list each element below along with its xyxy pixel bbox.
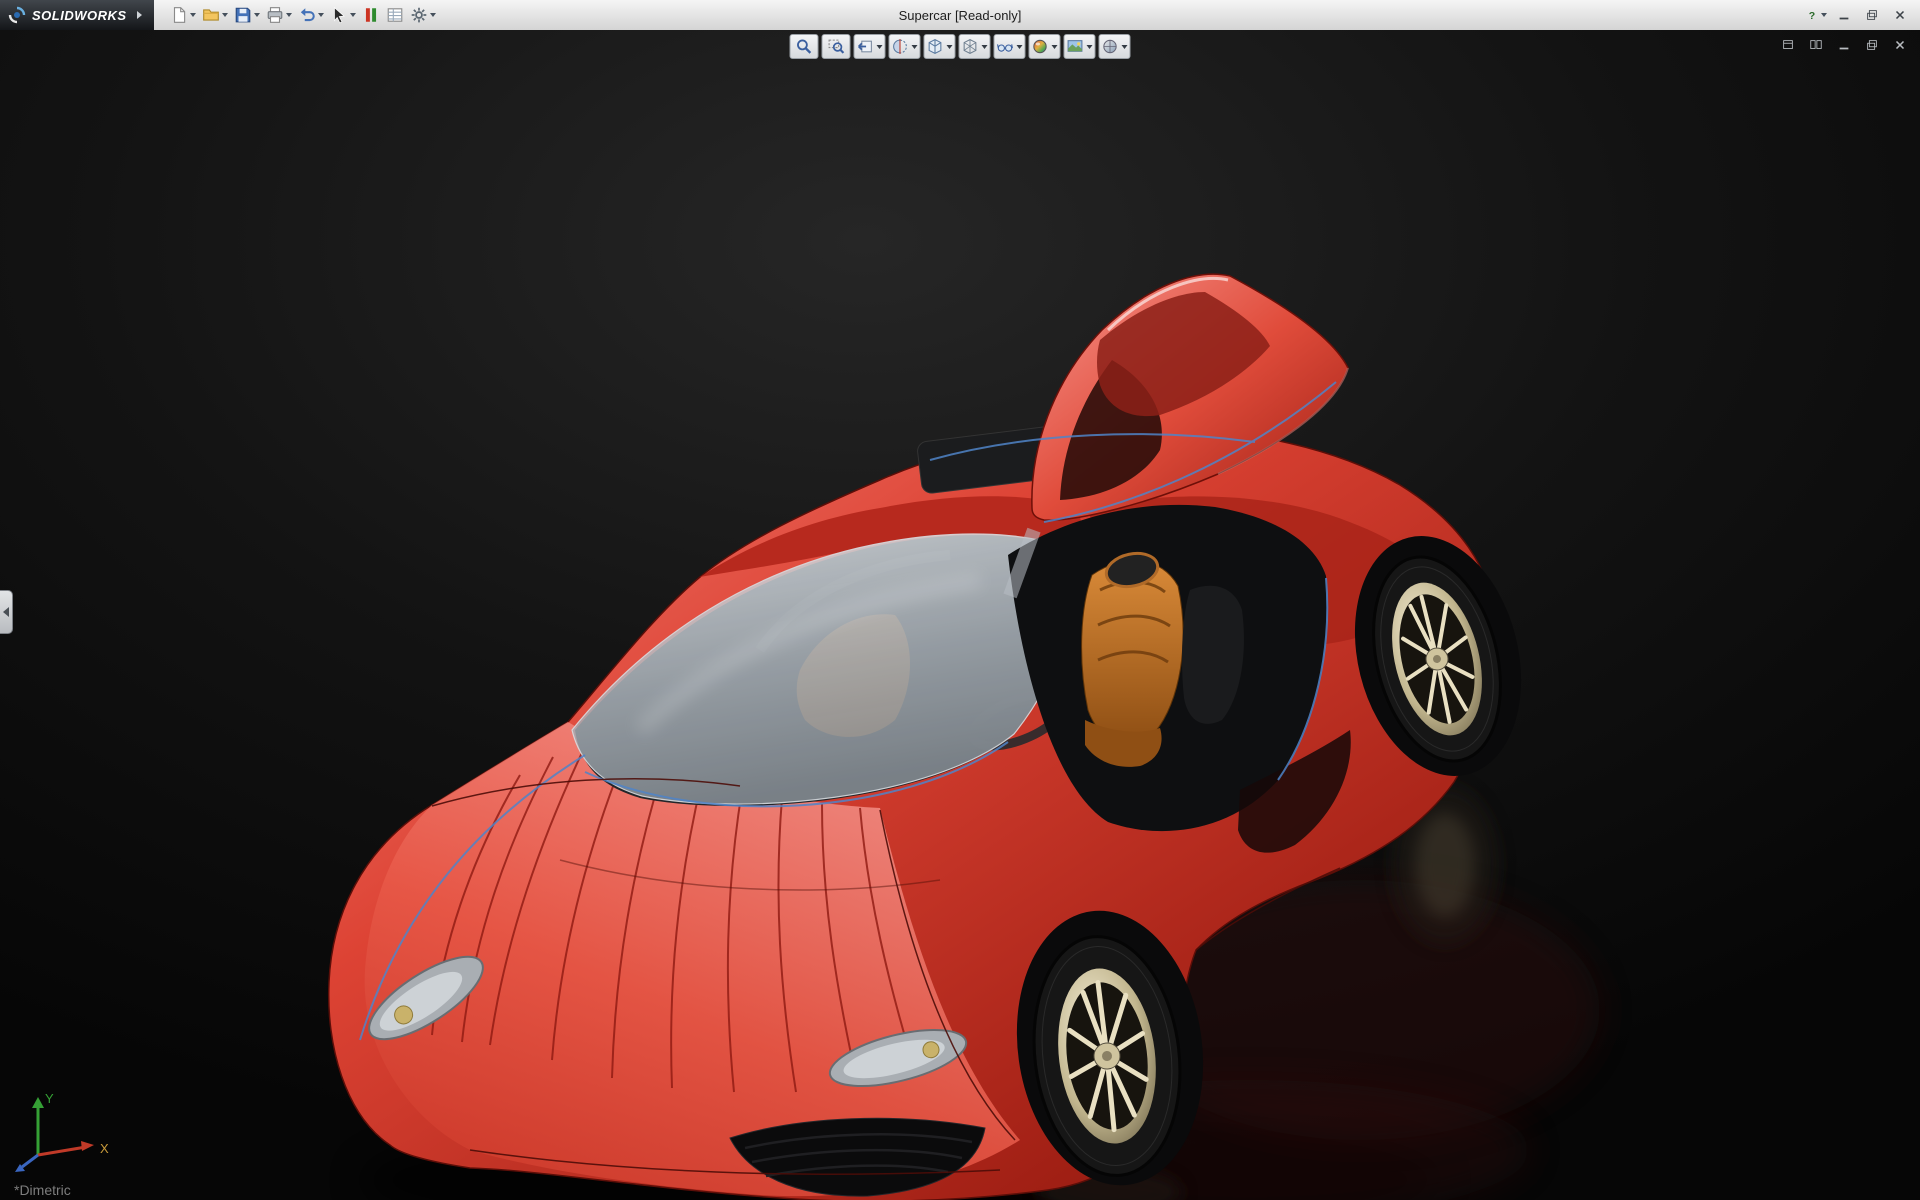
winrestore-icon — [1865, 8, 1879, 22]
dropdown-arrow-icon[interactable] — [190, 13, 196, 17]
hide-show-items-button[interactable] — [994, 34, 1026, 59]
dispstyle-icon — [962, 38, 979, 55]
prevview-icon — [857, 38, 874, 55]
arrange-windows-button[interactable] — [1806, 36, 1826, 54]
standard-toolbar — [168, 3, 438, 27]
viewset-icon — [1102, 38, 1119, 55]
winmin-icon — [1837, 38, 1851, 52]
apply-scene-button[interactable] — [1064, 34, 1096, 59]
dropdown-arrow-icon[interactable] — [286, 13, 292, 17]
y-axis-label: Y — [45, 1091, 54, 1106]
dropdown-arrow-icon[interactable] — [1087, 45, 1093, 49]
restore-document-button[interactable] — [1862, 36, 1882, 54]
winnew-icon — [1781, 38, 1795, 52]
solidworks-logo[interactable]: SOLIDWORKS — [0, 0, 154, 30]
new-document-button[interactable] — [168, 3, 198, 27]
new-window-button[interactable] — [1778, 36, 1798, 54]
dropdown-arrow-icon[interactable] — [1052, 45, 1058, 49]
featuremanager-collapse-tab[interactable] — [0, 590, 13, 634]
help-button[interactable]: ? — [1804, 5, 1828, 25]
winrestore-icon — [1865, 38, 1879, 52]
rebuild-icon — [362, 6, 380, 24]
dropdown-arrow-icon[interactable] — [1821, 13, 1827, 17]
display-style-button[interactable] — [959, 34, 991, 59]
flyout-arrow-icon — [137, 11, 142, 19]
dropdown-arrow-icon[interactable] — [222, 13, 228, 17]
file-properties-button[interactable] — [384, 3, 406, 27]
save-document-button[interactable] — [232, 3, 262, 27]
undo-button[interactable] — [296, 3, 326, 27]
winmin-icon — [1837, 8, 1851, 22]
gear-icon — [410, 6, 428, 24]
view-orientation-label: *Dimetric — [14, 1182, 71, 1198]
orientation-triad: X Y — [8, 1085, 118, 1180]
winarrange-icon — [1809, 38, 1823, 52]
dropdown-arrow-icon[interactable] — [1017, 45, 1023, 49]
window-controls: ? — [1804, 5, 1920, 25]
magnifier-icon — [796, 38, 813, 55]
titlebar: SOLIDWORKS Supercar [Read-only] ? — [0, 0, 1920, 31]
ball-icon — [1032, 38, 1049, 55]
minimize-window-button[interactable] — [1832, 5, 1856, 25]
previous-view-button[interactable] — [854, 34, 886, 59]
select-button[interactable] — [328, 3, 358, 27]
cursor-icon — [330, 6, 348, 24]
rebuild-button[interactable] — [360, 3, 382, 27]
collapse-arrow-icon — [3, 607, 9, 617]
x-axis-label: X — [100, 1141, 109, 1156]
dropdown-arrow-icon[interactable] — [947, 45, 953, 49]
dropdown-arrow-icon[interactable] — [1122, 45, 1128, 49]
restore-window-button[interactable] — [1860, 5, 1884, 25]
dropdown-arrow-icon[interactable] — [350, 13, 356, 17]
section-icon — [892, 38, 909, 55]
folder-icon — [202, 6, 220, 24]
winclose-icon — [1893, 38, 1907, 52]
dropdown-arrow-icon[interactable] — [430, 13, 436, 17]
brand-name: SOLIDWORKS — [32, 8, 127, 23]
supercar-model — [0, 30, 1920, 1200]
zoom-to-fit-button[interactable] — [790, 34, 819, 59]
document-title: Supercar [Read-only] — [899, 8, 1022, 23]
undo-icon — [298, 6, 316, 24]
zoom-to-area-button[interactable] — [822, 34, 851, 59]
section-view-button[interactable] — [889, 34, 921, 59]
magarea-icon — [828, 38, 845, 55]
headsup-toolbar — [790, 34, 1131, 59]
graphics-viewport[interactable]: X Y *Dimetric — [0, 30, 1920, 1200]
dropdown-arrow-icon[interactable] — [877, 45, 883, 49]
glasses-icon — [997, 38, 1014, 55]
dropdown-arrow-icon[interactable] — [318, 13, 324, 17]
3ds-compass-icon — [8, 6, 26, 24]
winclose-icon — [1893, 8, 1907, 22]
printer-icon — [266, 6, 284, 24]
floppy-icon — [234, 6, 252, 24]
print-document-button[interactable] — [264, 3, 294, 27]
view-orientation-button[interactable] — [924, 34, 956, 59]
help-icon: ? — [1805, 8, 1819, 22]
sheet-icon — [386, 6, 404, 24]
dropdown-arrow-icon[interactable] — [254, 13, 260, 17]
close-window-button[interactable] — [1888, 5, 1912, 25]
cube-icon — [927, 38, 944, 55]
svg-text:?: ? — [1809, 10, 1815, 22]
scene-icon — [1067, 38, 1084, 55]
dropdown-arrow-icon[interactable] — [912, 45, 918, 49]
document-window-controls — [1778, 36, 1910, 54]
dropdown-arrow-icon[interactable] — [982, 45, 988, 49]
view-settings-button[interactable] — [1099, 34, 1131, 59]
open-document-button[interactable] — [200, 3, 230, 27]
page-icon — [170, 6, 188, 24]
close-document-button[interactable] — [1890, 36, 1910, 54]
edit-appearance-button[interactable] — [1029, 34, 1061, 59]
options-button[interactable] — [408, 3, 438, 27]
minimize-document-button[interactable] — [1834, 36, 1854, 54]
